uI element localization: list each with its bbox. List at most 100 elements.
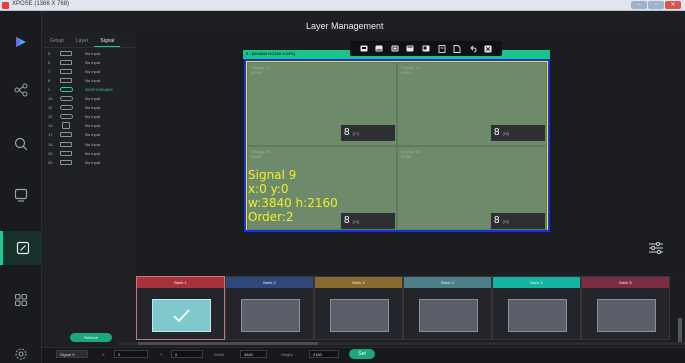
signal-select[interactable]: Signal 9 [56, 350, 88, 358]
signal-number: 7 [48, 69, 51, 75]
signal-row[interactable]: 8 No Input [44, 76, 135, 85]
logo-nav-item[interactable] [0, 25, 42, 59]
layer-info-overlay: Signal 9 x:0 y:0 w:3840 h:2160 Order:2 [248, 168, 338, 224]
height-label: Height [281, 352, 293, 357]
vga-port-icon [62, 122, 70, 130]
signal-row[interactable]: 18 No Input [44, 140, 135, 149]
signal-row[interactable]: 11 No Input [44, 103, 135, 112]
signal-row[interactable]: 10 No Input [44, 94, 135, 103]
tabs-divider [44, 47, 135, 48]
layer-position-text: x:0 y:0 [248, 182, 289, 196]
signal-status: No Input [85, 123, 101, 129]
signal-status: No Input [85, 150, 101, 156]
bank-vertical-scrollbar[interactable] [678, 318, 682, 342]
left-nav-rail [0, 11, 42, 363]
copy-button[interactable] [437, 44, 446, 53]
nav-item-settings[interactable] [0, 337, 42, 363]
signal-number: 8 [48, 78, 51, 84]
layer-scale-button[interactable] [390, 45, 399, 53]
layer-signal-text: Signal 9 [248, 168, 297, 182]
bank-thumbnail [508, 299, 567, 332]
close-layer-button[interactable] [484, 45, 493, 53]
paste-icon [453, 44, 461, 53]
signal-row[interactable]: 30 No Input [44, 158, 135, 167]
tab-signal[interactable]: Signal [94, 37, 121, 47]
sdi-port-icon [60, 159, 72, 165]
nav-item-edit[interactable] [0, 231, 42, 265]
width-label: Width [214, 352, 225, 357]
dp-port-icon [60, 96, 73, 102]
gear-icon [15, 348, 27, 360]
signal-status: No Input [85, 105, 101, 111]
bank-thumbnail [152, 299, 211, 332]
layer-header-text: 9 - (W:3840 H:2160 9.23%) [246, 51, 296, 56]
bank-label: Bank 5 [493, 277, 580, 288]
layer-down-button[interactable] [406, 45, 415, 53]
layer-scale-icon [391, 45, 399, 52]
signal-number: 12 [48, 114, 53, 120]
set-button[interactable]: Set [349, 349, 375, 359]
maximize-button[interactable]: ▫ [648, 1, 664, 9]
y-input[interactable]: 0 [171, 350, 203, 358]
display-badge: 8 [19] [341, 213, 395, 229]
layer-front-button[interactable] [359, 45, 368, 53]
width-input[interactable]: 3840 [240, 350, 267, 358]
bank-thumbnail [419, 299, 478, 332]
nav-item-search[interactable] [0, 127, 42, 161]
grid-icon [14, 293, 28, 307]
bank-horizontal-scrollbar[interactable] [118, 342, 685, 345]
adjust-button[interactable] [648, 241, 664, 260]
window-titlebar: XPOSE (1366 X 768) – ▫ ✕ [0, 0, 685, 11]
signal-row[interactable]: 6 No Input [44, 58, 135, 67]
dp-port-icon [60, 105, 73, 111]
x-input[interactable]: 0 [114, 350, 148, 358]
undo-button[interactable] [468, 45, 477, 53]
signal-row[interactable]: 29 No Input [44, 149, 135, 158]
search-icon [14, 137, 28, 151]
bank-thumbnail [241, 299, 300, 332]
tab-layer[interactable]: Layer [70, 37, 95, 47]
checkmark-icon [173, 309, 190, 323]
nav-item-grid[interactable] [0, 283, 42, 317]
signal-row[interactable]: 9 3920*1080@60 [44, 85, 135, 94]
signal-row[interactable]: 13 No Input [44, 121, 135, 130]
refresh-button[interactable]: Refresh [70, 333, 112, 342]
signal-status: No Input [85, 159, 101, 165]
signal-number: 6 [48, 60, 51, 66]
signal-row[interactable]: 17 No Input [44, 130, 135, 139]
bank-tile[interactable]: Bank 4 [403, 276, 492, 340]
nav-item-network[interactable] [0, 73, 42, 107]
layer-up-icon [375, 45, 383, 52]
display-cell: Display 18 HDMI 8 [18] [397, 62, 547, 146]
display-badge: 8 [20] [491, 213, 545, 229]
display-badge: 8 [17] [341, 125, 395, 141]
signal-status: No Input [85, 132, 101, 138]
close-window-button[interactable]: ✕ [665, 1, 681, 9]
bank-tile[interactable]: Bank 2 [225, 276, 314, 340]
nav-item-screen[interactable] [0, 178, 42, 212]
scrollbar-thumb[interactable] [138, 342, 318, 345]
layer-up-button[interactable] [375, 45, 384, 53]
signal-row[interactable]: 5 No Input [44, 49, 135, 58]
layer-order-text: Order:2 [248, 210, 294, 224]
tab-group[interactable]: Group [44, 37, 70, 47]
signal-number: 13 [48, 123, 53, 129]
signal-row[interactable]: 7 No Input [44, 67, 135, 76]
bank-label: Bank 4 [404, 277, 491, 288]
signal-number: 10 [48, 96, 53, 102]
signal-number: 5 [48, 51, 51, 56]
sliders-icon [649, 241, 663, 255]
display-cell: Display 17 HDMI 8 [17] [247, 62, 397, 146]
signal-row[interactable]: 12 No Input [44, 112, 135, 121]
bank-thumbnail [330, 299, 389, 332]
height-input[interactable]: 2160 [309, 350, 339, 358]
paste-button[interactable] [453, 44, 462, 53]
bank-tile[interactable]: Bank 6 [581, 276, 670, 340]
bank-tile[interactable]: Bank 5 [492, 276, 581, 340]
copy-icon [438, 44, 445, 53]
layer-back-button[interactable] [421, 45, 430, 53]
minimize-button[interactable]: – [631, 1, 647, 9]
bank-tile[interactable]: Bank 3 [314, 276, 403, 340]
display-port: HDMI [401, 154, 412, 159]
bank-tile[interactable]: Bank 1 [136, 276, 225, 340]
